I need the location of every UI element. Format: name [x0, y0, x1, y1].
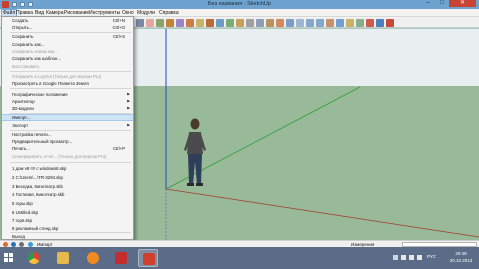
language-indicator[interactable]: РУС — [427, 254, 436, 259]
arc-tool-icon[interactable] — [186, 19, 194, 27]
walk-tool-icon[interactable] — [356, 19, 364, 27]
menu-item-preview-google-earth[interactable]: Просмотреть в Google Планета Земля — [2, 80, 133, 87]
menu-item-generate-report: Сгенерировать отчет... (Только для верси… — [12, 154, 107, 159]
taskbar-media-player[interactable] — [83, 249, 103, 267]
recent-file-3[interactable]: 3 Беседка, Кинотеатр.skb — [2, 183, 133, 190]
tray-arrow-icon[interactable] — [393, 255, 398, 260]
submenu-arrow-icon: ▶ — [127, 123, 130, 127]
menu-item-building-maker[interactable]: Архитектор ▶ — [2, 98, 133, 105]
eraser-tool-icon[interactable] — [146, 19, 154, 27]
media-player-icon — [87, 252, 99, 264]
recent-file-4[interactable]: 4 Гостиная, Кинотеатр.skb — [2, 191, 133, 198]
offset-tool-icon[interactable] — [246, 19, 254, 27]
clock-date: 20.10.2013 — [449, 258, 473, 263]
pencil-tool-icon[interactable] — [166, 19, 174, 27]
window-title: Без названия - SketchUp — [208, 1, 271, 7]
pushpull-tool-icon[interactable] — [196, 19, 204, 27]
menu-item-send-to-layout: Отправить в LayOut (Только для версии Pr… — [12, 74, 102, 79]
share-model-icon[interactable] — [376, 19, 384, 27]
scale-figure[interactable] — [180, 116, 210, 188]
taskbar-clock[interactable]: 20:48 20.10.2013 — [446, 250, 476, 264]
previous-view-icon[interactable] — [326, 19, 334, 27]
recent-file-1[interactable]: 1 дом v8 !!!! с windows8.skp — [2, 165, 133, 172]
select-tool-icon[interactable] — [136, 19, 144, 27]
follow-me-tool-icon[interactable] — [226, 19, 234, 27]
taskbar-pdf-reader[interactable] — [111, 249, 131, 267]
orbit-tool-icon[interactable] — [286, 19, 294, 27]
get-models-icon[interactable] — [366, 19, 374, 27]
text-tool-icon[interactable] — [266, 19, 274, 27]
pdf-icon — [115, 252, 127, 264]
taskbar-explorer[interactable] — [53, 249, 73, 267]
status-bar: Импорт Измерения — [0, 240, 479, 247]
folder-icon — [57, 252, 69, 264]
paint-bucket-tool-icon[interactable] — [276, 19, 284, 27]
scale-tool-icon[interactable] — [236, 19, 244, 27]
start-button[interactable] — [0, 247, 17, 269]
submenu-arrow-icon: ▶ — [127, 106, 130, 110]
menu-separator — [10, 71, 131, 72]
recent-file-2[interactable]: 2 C:\Users\...\TR-3294.skp — [2, 174, 133, 181]
menu-item-save-as-template[interactable]: Сохранить как шаблон... — [2, 55, 133, 62]
menu-plugins[interactable]: Модули — [137, 9, 155, 17]
chrome-icon — [28, 252, 40, 264]
menu-item-exit[interactable]: Выход — [2, 233, 133, 240]
pan-tool-icon[interactable] — [296, 19, 304, 27]
next-view-icon[interactable] — [336, 19, 344, 27]
taskbar-sketchup[interactable] — [138, 249, 158, 267]
menu-item-print-setup[interactable]: Настройка печати... — [2, 131, 133, 138]
menu-separator — [10, 162, 131, 163]
menu-item-open[interactable]: Открыть... Ctrl+O — [2, 24, 133, 31]
circle-tool-icon[interactable] — [176, 19, 184, 27]
tray-flag-icon[interactable] — [401, 255, 406, 260]
windows-taskbar: РУС 20:48 20.10.2013 — [0, 247, 479, 269]
clock-time: 20:48 — [455, 251, 467, 256]
submenu-arrow-icon: ▶ — [127, 92, 130, 96]
menu-separator — [10, 88, 131, 89]
sketchup-icon — [143, 253, 155, 265]
recent-file-7[interactable]: 7 горя.skp — [2, 217, 133, 224]
zoom-extents-tool-icon[interactable] — [316, 19, 324, 27]
zoom-tool-icon[interactable] — [306, 19, 314, 27]
menu-item-new[interactable]: Создать Ctrl+N — [2, 17, 133, 24]
submenu-arrow-icon: ▶ — [127, 99, 130, 103]
rotate-tool-icon[interactable] — [216, 19, 224, 27]
title-bar: Без названия - SketchUp – □ ✕ — [0, 0, 479, 9]
extension-warehouse-icon[interactable] — [386, 19, 394, 27]
file-menu-dropdown: Создать Ctrl+N Открыть... Ctrl+O Сохранить… — [1, 16, 134, 240]
menu-item-geo-location[interactable]: Географическое положение ▶ — [2, 91, 133, 98]
menu-item-save[interactable]: Сохранить Ctrl+S — [2, 33, 133, 40]
recent-file-5[interactable]: 5 горы.skp — [2, 200, 133, 207]
rectangle-tool-icon[interactable] — [156, 19, 164, 27]
menu-item-3d-warehouse[interactable]: 3D-модели ▶ — [2, 105, 133, 112]
tape-measure-tool-icon[interactable] — [256, 19, 264, 27]
minimize-button[interactable]: – — [421, 0, 435, 7]
recent-file-8[interactable]: 8 рекламный стенд.skp — [2, 225, 133, 232]
menu-item-save-copy-as: Сохранить копию как... — [12, 49, 58, 54]
recent-file-6[interactable]: 6 Untitled.skp — [2, 209, 133, 216]
menu-item-import[interactable]: Импорт... — [2, 114, 133, 121]
menu-item-print[interactable]: Печать... Ctrl+P — [2, 145, 133, 152]
tray-volume-icon[interactable] — [417, 255, 422, 260]
close-button[interactable]: ✕ — [449, 0, 476, 7]
windows-logo-icon — [4, 253, 13, 262]
menu-item-save-as[interactable]: Сохранить как... — [2, 41, 133, 48]
position-camera-icon[interactable] — [346, 19, 354, 27]
taskbar-chrome[interactable] — [24, 249, 44, 267]
menu-item-revert: Восстановить — [12, 64, 40, 69]
menu-item-print-preview[interactable]: Предварительный просмотр... — [2, 138, 133, 145]
maximize-button[interactable]: □ — [435, 0, 449, 7]
tray-network-icon[interactable] — [409, 255, 414, 260]
red-axis — [165, 188, 479, 238]
menu-item-export[interactable]: Экспорт ▶ — [2, 122, 133, 129]
menu-help[interactable]: Справка — [159, 9, 179, 17]
move-tool-icon[interactable] — [206, 19, 214, 27]
